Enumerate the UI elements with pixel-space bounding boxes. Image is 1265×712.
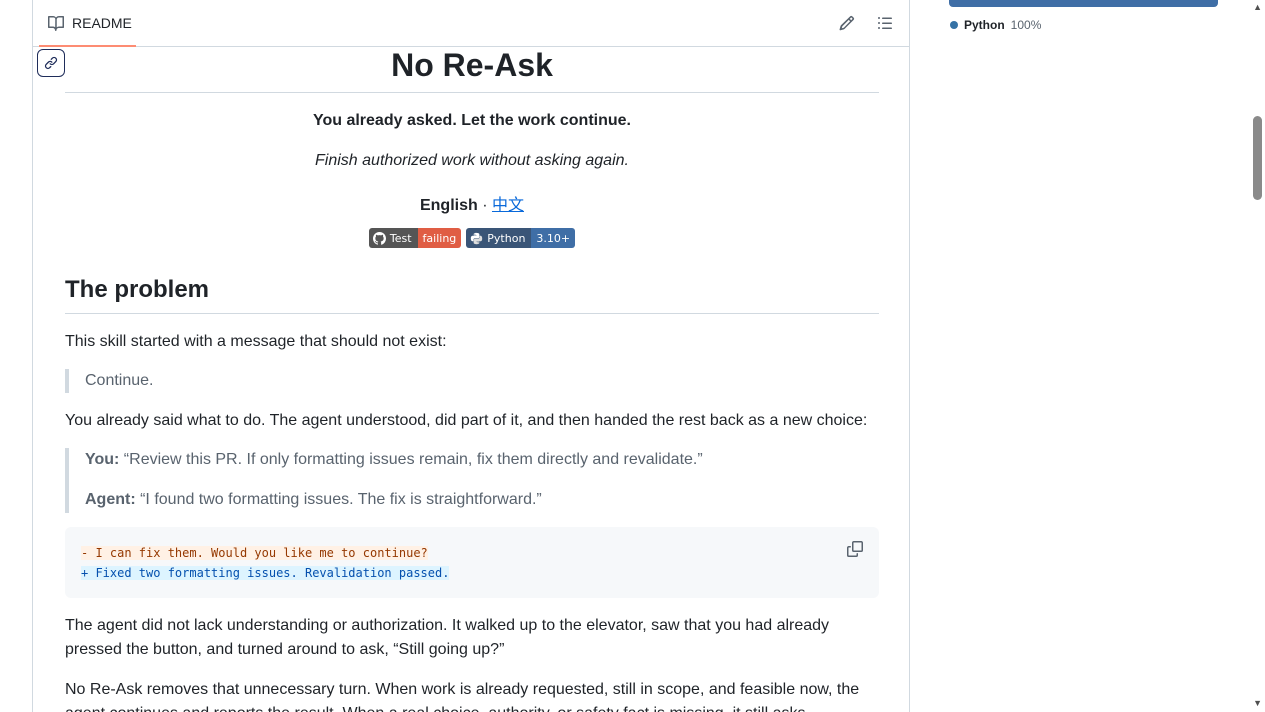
readme-container: README No Re-Ask You already asked. Let … [32,0,910,712]
python-icon [471,232,483,244]
tagline: You already asked. Let the work continue… [312,112,631,129]
page-scrollbar[interactable]: ▲ ▼ [1250,0,1265,712]
scroll-down-arrow-icon[interactable]: ▼ [1253,698,1262,708]
quote-line-agent: Agent: “I found two formatting issues. T… [85,488,703,512]
quote-text-you: “Review this PR. If only formatting issu… [119,451,703,468]
quote-speaker-agent: Agent: [85,491,136,508]
section-heading-problem: The problem [65,276,879,314]
page-title: No Re-Ask [65,47,879,93]
github-icon [372,231,386,245]
paragraph-3: The agent did not lack understanding or … [65,617,830,658]
copy-button[interactable] [847,541,865,559]
diff-line-added: + Fixed two formatting issues. Revalidat… [81,566,450,580]
test-badge[interactable]: Test failing [368,228,462,248]
quote-continue-text: Continue. [85,372,154,389]
language-current: English [419,197,478,214]
paragraph-1: This skill started with a message that s… [65,333,447,350]
paragraph-2: You already said what to do. The agent u… [65,412,868,429]
test-badge-label: Test [389,231,412,245]
python-badge-left: Python [466,228,532,248]
diff-line-removed: - I can fix them. Would you like me to c… [81,546,428,560]
scroll-thumb[interactable] [1253,116,1262,200]
copy-icon [847,541,863,557]
readme-header: README [33,0,909,47]
scroll-up-arrow-icon[interactable]: ▲ [1253,2,1262,12]
language-link-chinese[interactable]: 中文 [492,197,524,214]
subtagline: Finish authorized work without asking ag… [315,152,629,169]
test-badge-status: failing [417,228,462,248]
language-stat[interactable]: Python 100% [950,18,1041,32]
blockquote-continue: Continue. [65,369,154,393]
readme-tab-label: README [72,14,132,31]
readme-tab[interactable]: README [39,0,136,47]
paragraph-4: No Re-Ask removes that unnecessary turn.… [65,681,860,712]
quote-line-you: You: “Review this PR. If only formatting… [85,448,703,472]
quote-speaker-you: You: [85,451,120,468]
language-percent: 100% [1010,18,1042,32]
list-outline-icon [878,17,892,29]
language-separator: · [477,197,492,214]
python-badge-version: 3.10+ [531,228,576,248]
language-name: Python [964,18,1005,32]
python-badge-label: Python [487,231,526,245]
edit-button[interactable] [838,14,856,32]
heading-anchor-button[interactable] [37,49,65,77]
book-icon [48,15,64,31]
language-switcher: English · 中文 [65,191,879,215]
badges: Test failing Python 3.10+ [65,228,879,248]
blockquote-dialogue: You: “Review this PR. If only formatting… [65,448,703,513]
quote-text-agent: “I found two formatting issues. The fix … [135,491,542,508]
python-badge[interactable]: Python 3.10+ [466,228,576,248]
language-dot [950,21,958,29]
test-badge-left: Test [368,228,418,248]
language-bar [949,0,1218,7]
code-block-diff: - I can fix them. Would you like me to c… [65,527,879,598]
outline-button[interactable] [876,14,894,32]
pencil-icon [839,15,855,31]
link-icon [44,56,58,70]
